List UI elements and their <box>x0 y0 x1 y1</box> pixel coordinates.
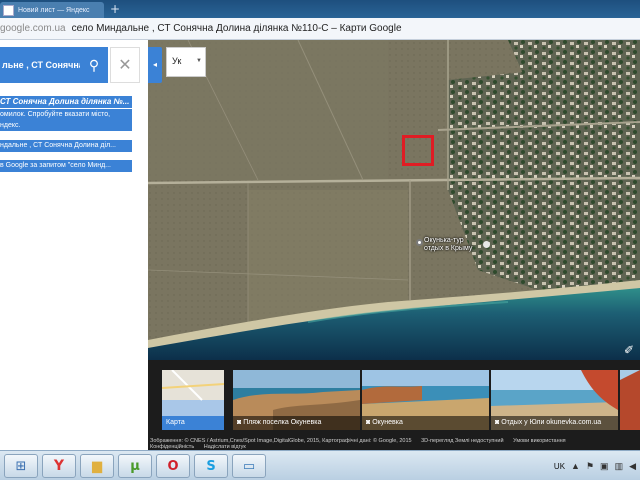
tab-label: Новий лист — Яндекс <box>18 6 90 14</box>
taskbar: ⊞ Y ▆ µ O S ▭ UK ▲ ⚑ ▣ ▥ ◀ <box>0 450 640 480</box>
arrow-up-icon[interactable]: ▲ <box>571 461 580 471</box>
taskbar-skype[interactable]: S <box>194 454 228 478</box>
opera-icon: O <box>167 458 179 474</box>
network-icon[interactable]: ▥ <box>615 461 624 472</box>
satellite-imagery <box>148 40 640 360</box>
taskbar-window[interactable]: ▭ <box>232 454 266 478</box>
system-tray: UK ▲ ⚑ ▣ ▥ ◀ <box>554 455 636 477</box>
report-text: 3D-перегляд Землі недоступний <box>421 438 504 444</box>
collapse-panel-button[interactable]: ◂ <box>148 47 162 83</box>
result-description: ндекс. <box>0 120 132 131</box>
thumbnail-caption: ◙ Пляж поселка Окуневка <box>233 416 360 430</box>
place-label-line2: отдых в Крыму <box>424 245 473 252</box>
map-thumbnail[interactable]: Карта <box>162 370 224 430</box>
map-attribution: Зображення: © CNES / Astrium,Cnes/Spot I… <box>148 438 640 450</box>
start-button[interactable]: ⊞ <box>4 454 38 478</box>
photo-thumbnail[interactable]: ◙ Пляж поселка Окуневка <box>233 370 360 430</box>
result-suggestion-link[interactable]: ндальне , СТ Сонячна Долина діл... <box>0 140 132 152</box>
place-label-line1: Окунька-тур <box>424 237 464 244</box>
skype-icon: S <box>206 458 216 474</box>
search-icon: ⚲ <box>88 56 100 73</box>
place-label[interactable]: Окунька-тур отдых в Крыму <box>424 237 472 253</box>
taskbar-yandex[interactable]: Y <box>42 454 76 478</box>
google-search-link[interactable]: в Google за запитом "село Минд... <box>0 160 132 172</box>
terms-link[interactable]: Умови використання <box>513 438 566 444</box>
display-icon[interactable]: ▣ <box>600 461 609 472</box>
page-title: село Миндальне , СТ Сонячна Долина ділян… <box>71 23 402 34</box>
result-description: омилок. Спробуйте вказати місто, <box>0 109 132 120</box>
compass-icon[interactable]: ✐ <box>624 343 634 357</box>
tray-language[interactable]: UK <box>554 462 565 471</box>
browser-tab-bar: Новий лист — Яндекс + <box>0 0 640 18</box>
yandex-browser-icon: Y <box>53 458 65 474</box>
language-select[interactable]: Ук ▼ <box>166 47 206 77</box>
thumbnail-caption: Карта <box>162 416 224 430</box>
taskbar-utorrent[interactable]: µ <box>118 454 152 478</box>
search-input[interactable] <box>0 47 80 83</box>
photo-thumbnail[interactable] <box>620 370 640 430</box>
windows-icon: ⊞ <box>15 458 27 474</box>
chevron-down-icon: ▼ <box>196 58 202 64</box>
new-tab-button[interactable]: + <box>109 3 121 16</box>
search-result: СТ Сонячна Долина ділянка №... омилок. С… <box>0 96 132 176</box>
photo-thumbnail[interactable]: ◙ Отдых у Юли okunevka.com.ua <box>491 370 618 430</box>
business-pin-icon[interactable] <box>483 241 490 248</box>
search-button[interactable]: ⚲ <box>80 47 108 83</box>
folder-icon: ▆ <box>92 458 102 474</box>
clear-button[interactable]: ✕ <box>110 47 140 83</box>
search-panel: ⚲ ✕ СТ Сонячна Долина ділянка №... омило… <box>0 40 148 450</box>
cliff-photo <box>620 370 640 430</box>
satellite-map[interactable]: Окунька-тур отдых в Крыму ✐ <box>148 40 640 360</box>
thumbnail-caption: ◙ Окуневка <box>362 416 489 430</box>
page-icon <box>3 4 14 16</box>
flag-icon[interactable]: ⚑ <box>586 461 594 472</box>
volume-icon[interactable]: ◀ <box>629 461 636 472</box>
caption-text: Окуневка <box>372 419 403 426</box>
caption-text: Отдых у Юли okunevka.com.ua <box>501 419 602 426</box>
taskbar-opera[interactable]: O <box>156 454 190 478</box>
caption-text: Пляж поселка Окуневка <box>243 419 322 426</box>
photo-strip: Карта ◙ Пляж поселка Окуневка ◙ Окуневка <box>148 360 640 438</box>
taskbar-explorer[interactable]: ▆ <box>80 454 114 478</box>
window-icon: ▭ <box>242 458 256 474</box>
address-bar[interactable]: google.com.ua село Миндальне , СТ Сонячн… <box>0 18 640 40</box>
thumbnail-caption: ◙ Отдых у Юли okunevka.com.ua <box>491 416 618 430</box>
result-title[interactable]: СТ Сонячна Долина ділянка №... <box>0 96 132 108</box>
browser-tab[interactable]: Новий лист — Яндекс <box>0 2 104 18</box>
language-value: Ук <box>172 56 182 66</box>
search-bar: ⚲ ✕ <box>0 47 148 83</box>
place-marker[interactable] <box>416 239 423 246</box>
utorrent-icon: µ <box>130 458 140 474</box>
plot-highlight-box <box>402 135 434 166</box>
url-domain: google.com.ua <box>0 23 66 34</box>
photo-thumbnail[interactable]: ◙ Окуневка <box>362 370 489 430</box>
